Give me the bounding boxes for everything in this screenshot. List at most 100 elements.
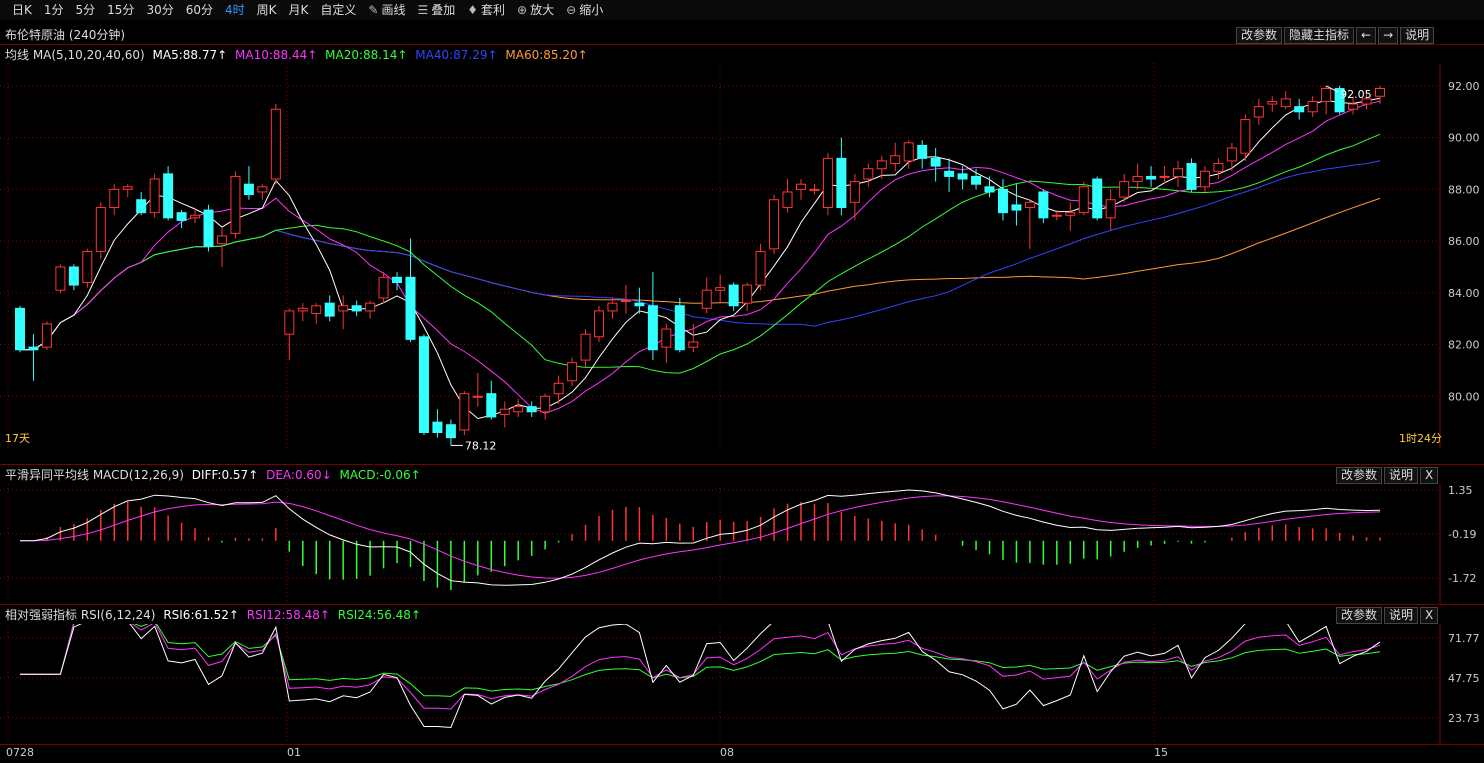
candle-body [647, 305, 658, 351]
candle-body [55, 266, 66, 291]
y-tick-label: 82.00 [1448, 339, 1480, 352]
candle-body [365, 302, 376, 312]
period-2-button[interactable]: 5分 [70, 0, 102, 20]
candle-body [836, 157, 847, 208]
candle-body [1186, 163, 1197, 190]
candle-body [903, 142, 914, 162]
candle-body [890, 155, 901, 165]
tool-0-button[interactable]: ✎ 画线 [362, 0, 411, 20]
candle-body [822, 157, 833, 208]
candle-body [971, 175, 982, 185]
period-0-button[interactable]: 日K [6, 0, 38, 20]
candle-body [499, 408, 510, 415]
macd-indicator-name: 平滑异同平均线 MACD(12,26,9) [5, 468, 184, 482]
candle-body [580, 333, 591, 361]
candle-body [1092, 178, 1103, 219]
date-label: 01 [287, 746, 301, 759]
rsi-help-button[interactable]: 说明 [1384, 607, 1419, 624]
y-tick-label: 47.75 [1448, 672, 1480, 685]
tool-2-button[interactable]: ♦ 套利 [461, 0, 511, 20]
candle-body [1375, 88, 1385, 97]
candle-body [418, 336, 429, 433]
y-tick-label: 80.00 [1448, 390, 1480, 403]
ma5-line [20, 97, 1381, 420]
tool-label: 叠加 [431, 3, 456, 17]
candle-body [701, 289, 712, 309]
scroll-right-button[interactable]: → [1378, 27, 1399, 44]
candle-body [1280, 98, 1291, 108]
right-note: 1时24分 [1399, 432, 1442, 445]
rsi-close-button[interactable]: X [1420, 607, 1439, 624]
y-tick-label: -0.19 [1448, 528, 1476, 541]
candlestick-chart[interactable]: 92.00 90.00 88.00 86.00 84.00 82.00 80.00 92.05… [0, 63, 1484, 463]
period-4-button[interactable]: 30分 [140, 0, 179, 20]
separator [0, 604, 1484, 605]
candle-body [82, 250, 93, 283]
period-8-button[interactable]: 月K [283, 0, 315, 20]
candle-body [1065, 212, 1076, 216]
ma-legend: 均线 MA(5,10,20,40,60) MA5:88.77↑ MA10:88.… [5, 46, 592, 63]
candle-body [876, 160, 887, 170]
macd-modify-params-button[interactable]: 改参数 [1336, 467, 1383, 484]
high-label: 92.05 [1340, 88, 1372, 101]
rsi12-value: RSI12:58.48↑ [246, 608, 330, 622]
period-9-button[interactable]: 自定义 [314, 0, 362, 20]
candle-body [513, 406, 524, 413]
candle-body [728, 284, 739, 307]
candle-body [1307, 100, 1318, 113]
tool-1-button[interactable]: ☰ 叠加 [411, 0, 461, 20]
candle-body [297, 307, 308, 312]
modify-params-button[interactable]: 改参数 [1236, 27, 1283, 44]
candle-body [1240, 119, 1251, 154]
rsi-modify-params-button[interactable]: 改参数 [1336, 607, 1383, 624]
scroll-left-button[interactable]: ← [1356, 27, 1377, 44]
macd-diff-value: DIFF:0.57↑ [191, 468, 259, 482]
candle-body [95, 206, 106, 252]
stack-icon: ☰ [417, 3, 429, 17]
macd-dea-value: DEA:0.60↓ [266, 468, 332, 482]
candle-body [1038, 191, 1049, 219]
candle-body [809, 188, 820, 191]
candle-body [715, 287, 726, 291]
tool-label: 缩小 [579, 3, 604, 17]
macd-help-button[interactable]: 说明 [1384, 467, 1419, 484]
candle-body [432, 421, 443, 433]
tool-3-button[interactable]: ⊕ 放大 [511, 0, 560, 20]
candle-body [486, 393, 497, 418]
tool-4-button[interactable]: ⊖ 缩小 [560, 0, 609, 20]
period-5-button[interactable]: 60分 [180, 0, 219, 20]
tool-label: 套利 [481, 3, 506, 17]
hide-main-indicator-button[interactable]: 隐藏主指标 [1284, 27, 1355, 44]
period-3-button[interactable]: 15分 [101, 0, 140, 20]
period-6-button[interactable]: 4时 [219, 0, 251, 20]
ma5-value: MA5:88.77↑ [152, 48, 228, 62]
candle-body [1051, 214, 1062, 217]
candle-body [1132, 175, 1143, 183]
candle-body [230, 175, 241, 234]
candle-body [338, 305, 349, 312]
candle-body [553, 382, 564, 395]
candle-body [190, 214, 201, 219]
rsi-panel-buttons: 改参数 说明 X [1336, 607, 1439, 624]
rsi-chart[interactable]: 71.77 47.75 23.73 [0, 624, 1484, 744]
period-7-button[interactable]: 周K [251, 0, 283, 20]
period-1-button[interactable]: 1分 [38, 0, 70, 20]
macd-chart[interactable]: 1.35 -0.19 -1.72 [0, 484, 1484, 604]
y-tick-label: 88.00 [1448, 183, 1480, 196]
date-label: 08 [720, 746, 734, 759]
y-tick-label: -1.72 [1448, 572, 1476, 585]
money-bag-icon: ♦ [467, 3, 479, 17]
candle-body [1105, 199, 1116, 219]
candle-body [472, 395, 483, 398]
candle-body [109, 188, 120, 208]
help-button[interactable]: 说明 [1400, 27, 1435, 44]
ma60-value: MA60:85.20↑ [505, 48, 588, 62]
macd-close-button[interactable]: X [1420, 467, 1439, 484]
instrument-name: 布伦特原油 (240分钟) [5, 28, 126, 42]
candle-body [1253, 106, 1264, 118]
ma-indicator-name: 均线 MA(5,10,20,40,60) [5, 48, 145, 62]
candle-body [674, 305, 685, 351]
rsi6-value: RSI6:61.52↑ [163, 608, 239, 622]
pencil-icon: ✎ [368, 3, 379, 17]
rsi6-line [20, 624, 1381, 729]
